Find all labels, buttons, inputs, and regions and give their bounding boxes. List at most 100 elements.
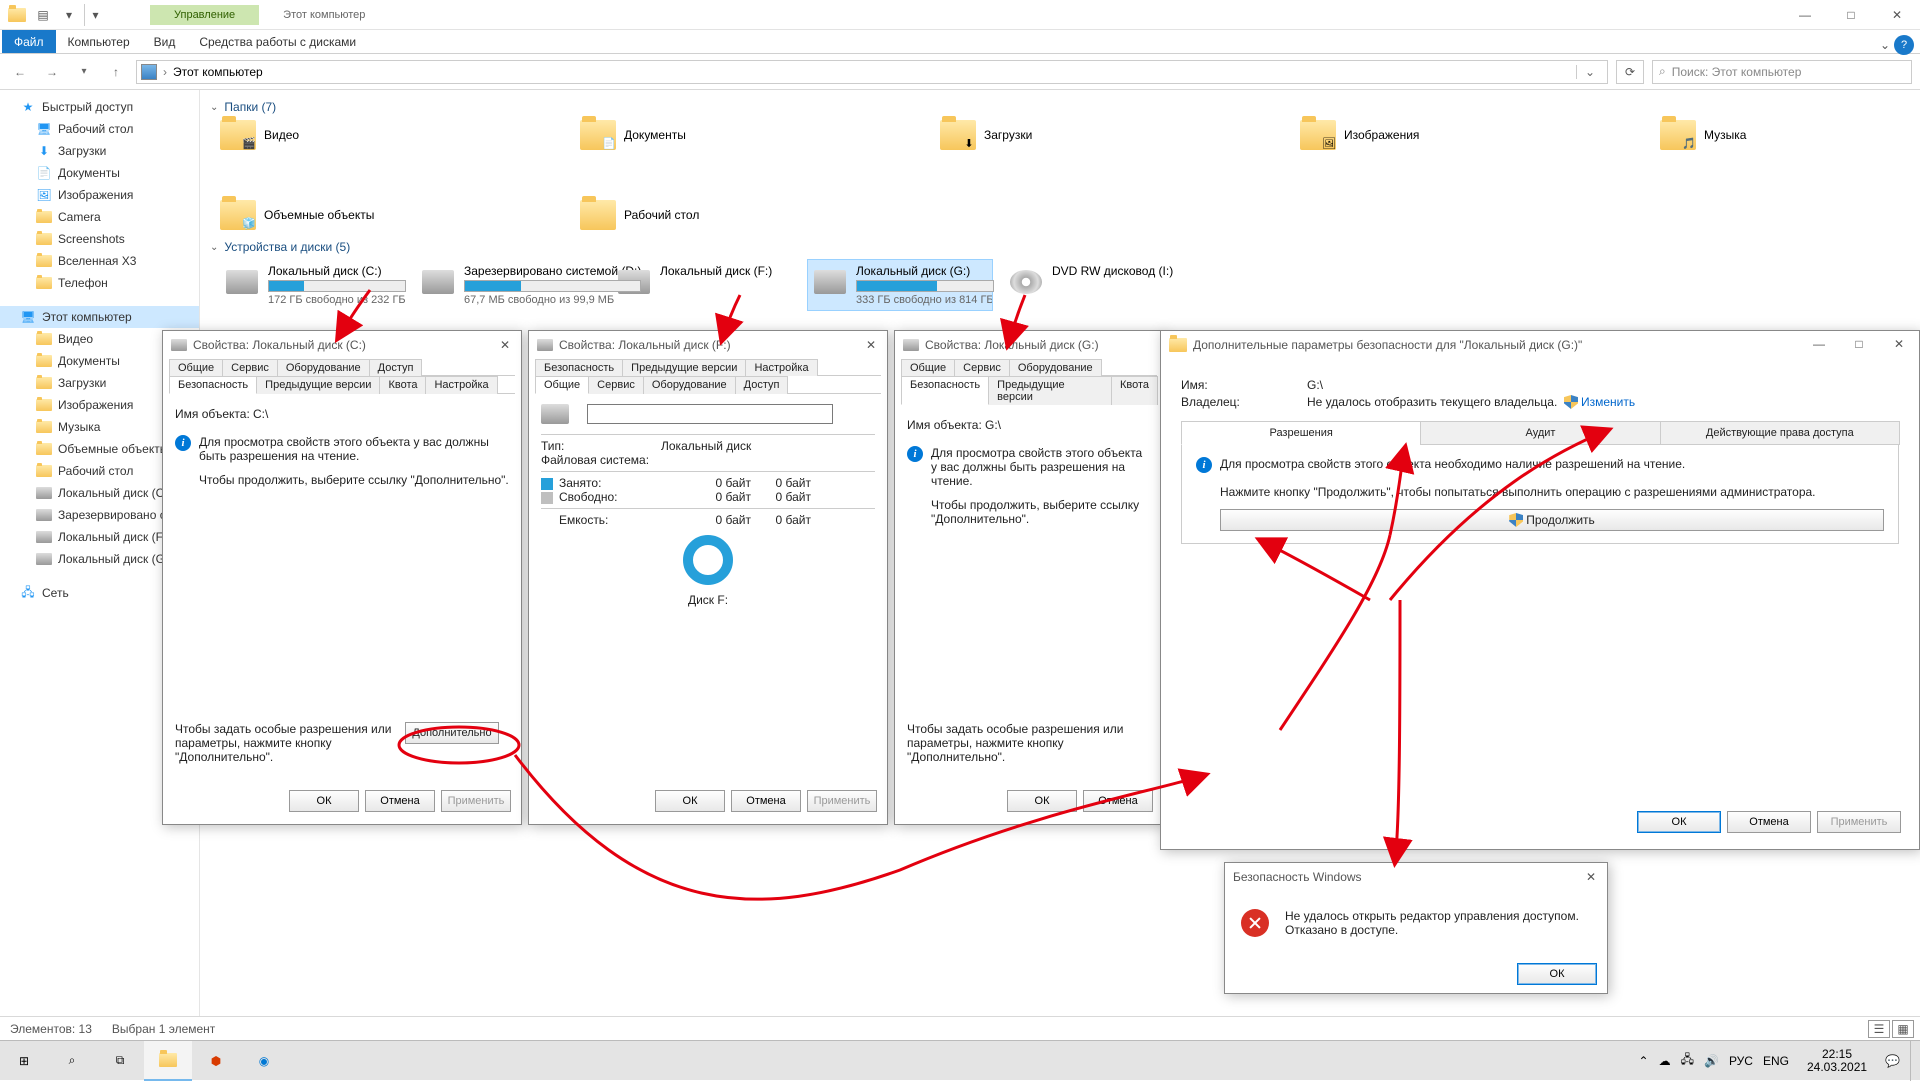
file-tab[interactable]: Файл bbox=[2, 30, 56, 53]
search-input[interactable]: ⌕ Поиск: Этот компьютер bbox=[1652, 60, 1912, 84]
office-taskbar-button[interactable]: ⬢ bbox=[192, 1041, 240, 1081]
ok-button[interactable]: ОК bbox=[1637, 811, 1721, 833]
tray-overflow-icon[interactable]: ⌃ bbox=[1639, 1054, 1649, 1068]
volume-name-input[interactable] bbox=[587, 404, 833, 424]
nav-item[interactable]: Телефон bbox=[0, 272, 199, 294]
cancel-button[interactable]: Отмена bbox=[1727, 811, 1811, 833]
nav-item[interactable]: ⬇Загрузки bbox=[0, 140, 199, 162]
tab[interactable]: Настройка bbox=[425, 376, 497, 394]
ribbon-context-tab[interactable]: Средства работы с дисками bbox=[187, 30, 368, 53]
refresh-button[interactable]: ⟳ bbox=[1616, 60, 1644, 84]
cancel-button[interactable]: Отмена bbox=[365, 790, 435, 812]
folder-item[interactable]: 📄Документы bbox=[580, 120, 820, 150]
nav-item[interactable]: Screenshots bbox=[0, 228, 199, 250]
folder-item[interactable]: 🎬Видео bbox=[220, 120, 460, 150]
drive-item[interactable]: DVD RW дисковод (I:) bbox=[1004, 260, 1188, 310]
qat-properties-icon[interactable]: ▤ bbox=[32, 4, 54, 26]
apply-button[interactable]: Применить bbox=[807, 790, 877, 812]
tab-general[interactable]: Общие bbox=[535, 376, 589, 394]
tab-security[interactable]: Безопасность bbox=[901, 376, 989, 405]
nav-forward-button[interactable]: → bbox=[40, 60, 64, 84]
ribbon-collapse-icon[interactable]: ⌄ bbox=[1880, 38, 1890, 52]
drive-item[interactable]: Локальный диск (C:)172 ГБ свободно из 23… bbox=[220, 260, 404, 310]
tab-security[interactable]: Безопасность bbox=[169, 376, 257, 394]
search-button[interactable]: ⌕ bbox=[48, 1041, 96, 1081]
tab[interactable]: Квота bbox=[379, 376, 426, 394]
drive-item[interactable]: Зарезервировано системой (D:)67,7 МБ сво… bbox=[416, 260, 600, 310]
group-folders[interactable]: ⌄Папки (7) bbox=[208, 100, 1912, 114]
ok-button[interactable]: ОК bbox=[289, 790, 359, 812]
tab[interactable]: Предыдущие версии bbox=[622, 359, 746, 376]
tray-volume-icon[interactable]: 🔊 bbox=[1704, 1054, 1719, 1068]
folder-item[interactable]: 🎵Музыка bbox=[1660, 120, 1900, 150]
nav-item[interactable]: 📄Документы bbox=[0, 162, 199, 184]
ok-button[interactable]: ОК bbox=[1517, 963, 1597, 985]
tab[interactable]: Сервис bbox=[222, 359, 278, 376]
address-box[interactable]: › Этот компьютер ⌄ bbox=[136, 60, 1608, 84]
maximize-button[interactable]: □ bbox=[1839, 331, 1879, 357]
show-desktop-button[interactable] bbox=[1910, 1041, 1916, 1081]
tab[interactable]: Безопасность bbox=[535, 359, 623, 376]
apply-button[interactable]: Применить bbox=[441, 790, 511, 812]
nav-up-button[interactable]: ↑ bbox=[104, 60, 128, 84]
change-owner-link[interactable]: Изменить bbox=[1581, 395, 1635, 409]
tab[interactable]: Сервис bbox=[588, 376, 644, 394]
explorer-taskbar-button[interactable] bbox=[144, 1041, 192, 1081]
maximize-button[interactable]: □ bbox=[1828, 0, 1874, 30]
tab[interactable]: Общие bbox=[901, 359, 955, 376]
folder-item[interactable]: 🧊Объемные объекты bbox=[220, 200, 460, 230]
view-details-button[interactable]: ☰ bbox=[1868, 1020, 1890, 1038]
view-large-button[interactable]: ▦ bbox=[1892, 1020, 1914, 1038]
tab[interactable]: Предыдущие версии bbox=[988, 376, 1112, 405]
tray-lang1[interactable]: РУС bbox=[1729, 1054, 1753, 1068]
cancel-button[interactable]: Отмена bbox=[731, 790, 801, 812]
qat-dropdown-icon[interactable]: ▾ bbox=[58, 4, 80, 26]
folder-item[interactable]: Рабочий стол bbox=[580, 200, 820, 230]
minimize-button[interactable]: — bbox=[1782, 0, 1828, 30]
nav-this-pc[interactable]: 🖥Этот компьютер bbox=[0, 306, 199, 328]
minimize-button[interactable]: — bbox=[1799, 331, 1839, 357]
nav-history-button[interactable]: ▾ bbox=[72, 60, 96, 84]
sec-tab-effective[interactable]: Действующие права доступа bbox=[1660, 421, 1900, 445]
tray-notifications-icon[interactable]: 💬 bbox=[1885, 1054, 1900, 1068]
tab[interactable]: Оборудование bbox=[277, 359, 370, 376]
nav-item[interactable]: 🖥Рабочий стол bbox=[0, 118, 199, 140]
tray-clock[interactable]: 22:1524.03.2021 bbox=[1799, 1048, 1875, 1074]
close-icon[interactable]: ✕ bbox=[859, 335, 883, 355]
advanced-button[interactable]: Дополнительно bbox=[405, 722, 499, 744]
tab[interactable]: Квота bbox=[1111, 376, 1158, 405]
folder-item[interactable]: ⬇Загрузки bbox=[940, 120, 1180, 150]
ribbon-tab[interactable]: Компьютер bbox=[56, 30, 142, 53]
tab[interactable]: Предыдущие версии bbox=[256, 376, 380, 394]
start-button[interactable]: ⊞ bbox=[0, 1041, 48, 1081]
ok-button[interactable]: ОК bbox=[655, 790, 725, 812]
folder-item[interactable]: 🖼Изображения bbox=[1300, 120, 1540, 150]
nav-item[interactable]: Camera bbox=[0, 206, 199, 228]
nav-item[interactable]: 🖼Изображения bbox=[0, 184, 199, 206]
nav-back-button[interactable]: ← bbox=[8, 60, 32, 84]
edge-taskbar-button[interactable]: ◉ bbox=[240, 1041, 288, 1081]
ribbon-tab[interactable]: Вид bbox=[142, 30, 188, 53]
tab[interactable]: Доступ bbox=[735, 376, 789, 394]
tab[interactable]: Доступ bbox=[369, 359, 423, 376]
sec-tab-audit[interactable]: Аудит bbox=[1420, 421, 1660, 445]
sec-tab-permissions[interactable]: Разрешения bbox=[1181, 421, 1421, 445]
tab[interactable]: Оборудование bbox=[643, 376, 736, 394]
close-icon[interactable]: ✕ bbox=[493, 335, 517, 355]
nav-quick-access[interactable]: ★Быстрый доступ bbox=[0, 96, 199, 118]
help-icon[interactable]: ? bbox=[1894, 35, 1914, 55]
tab[interactable]: Сервис bbox=[954, 359, 1010, 376]
cancel-button[interactable]: Отмена bbox=[1083, 790, 1153, 812]
close-icon[interactable]: ✕ bbox=[1579, 867, 1603, 887]
tab[interactable]: Оборудование bbox=[1009, 359, 1102, 376]
ok-button[interactable]: ОК bbox=[1007, 790, 1077, 812]
apply-button[interactable]: Применить bbox=[1817, 811, 1901, 833]
continue-button[interactable]: Продолжить bbox=[1220, 509, 1884, 531]
group-drives[interactable]: ⌄Устройства и диски (5) bbox=[208, 240, 1912, 254]
taskview-button[interactable]: ⧉ bbox=[96, 1041, 144, 1081]
close-button[interactable]: ✕ bbox=[1879, 331, 1919, 357]
nav-item[interactable]: Вселенная X3 bbox=[0, 250, 199, 272]
address-dropdown-icon[interactable]: ⌄ bbox=[1576, 65, 1603, 79]
tab[interactable]: Настройка bbox=[745, 359, 817, 376]
tray-lang2[interactable]: ENG bbox=[1763, 1054, 1789, 1068]
